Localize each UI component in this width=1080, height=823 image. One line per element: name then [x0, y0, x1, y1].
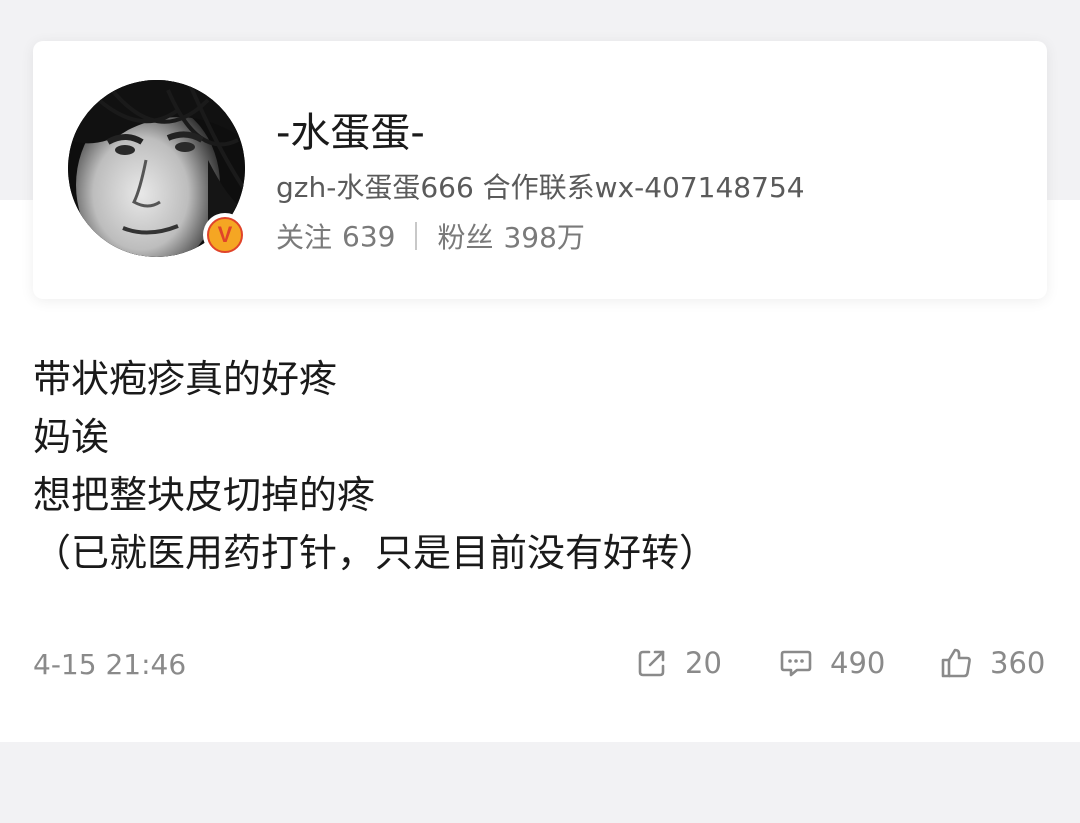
post-text: 带状疱疹真的好疼 妈诶 想把整块皮切掉的疼 （已就医用药打针，只是目前没有好转）: [33, 350, 717, 582]
repost-icon: [638, 650, 665, 677]
profile-bio: gzh-水蛋蛋666 合作联系wx-407148754: [276, 171, 805, 204]
following-label[interactable]: 关注: [276, 216, 332, 256]
following-count[interactable]: 639: [342, 220, 395, 253]
post-line: 带状疱疹真的好疼: [33, 357, 338, 401]
profile-stats: 关注 639 粉丝 398万: [276, 216, 585, 256]
post-timestamp: 4-15 21:46: [33, 648, 187, 681]
repost-button[interactable]: 20: [637, 646, 722, 680]
stats-divider: [415, 222, 418, 250]
post-line: 妈诶: [33, 415, 110, 459]
comment-button[interactable]: 490: [780, 646, 885, 680]
followers-count[interactable]: 398万: [503, 216, 584, 256]
verified-badge-letter: V: [207, 217, 243, 253]
post-line: 想把整块皮切掉的疼: [33, 473, 376, 517]
followers-label[interactable]: 粉丝: [437, 216, 493, 256]
like-icon: [941, 648, 971, 678]
username[interactable]: -水蛋蛋-: [276, 100, 425, 158]
like-button[interactable]: 360: [940, 646, 1045, 680]
post-line: （已就医用药打针，只是目前没有好转）: [33, 531, 718, 575]
comment-count: 490: [830, 646, 886, 680]
like-count: 360: [990, 646, 1046, 680]
repost-count: 20: [685, 646, 722, 680]
bottom-separator: [0, 742, 1080, 823]
verified-icon: V: [203, 213, 247, 257]
comment-icon: [780, 650, 812, 677]
